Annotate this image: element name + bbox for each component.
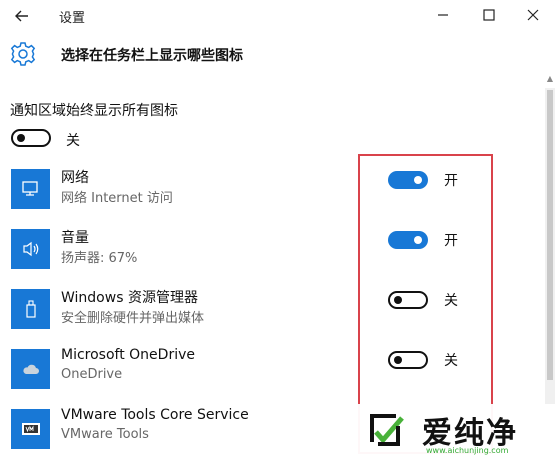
network-icon bbox=[11, 169, 50, 209]
item-name: 网络 bbox=[61, 170, 89, 186]
item-name: Windows 资源管理器 bbox=[61, 290, 198, 306]
item-name: 音量 bbox=[61, 230, 89, 246]
window-title: 设置 bbox=[59, 11, 86, 26]
gear-icon bbox=[10, 41, 36, 67]
always-show-state: 关 bbox=[66, 133, 80, 149]
watermark-logo-icon bbox=[366, 410, 406, 450]
cloud-icon bbox=[11, 349, 50, 389]
maximize-icon[interactable] bbox=[474, 4, 504, 26]
toggle-knob bbox=[17, 134, 25, 142]
item-description: 扬声器: 67% bbox=[61, 251, 138, 266]
scroll-up-icon[interactable]: ▲ bbox=[545, 74, 555, 86]
always-show-toggle[interactable] bbox=[11, 129, 51, 147]
arrow-left-icon[interactable] bbox=[10, 6, 34, 26]
scrollbar-thumb[interactable] bbox=[547, 90, 553, 380]
watermark: 爱纯净 www.aichunjing.com bbox=[358, 404, 556, 463]
minimize-icon[interactable] bbox=[428, 4, 458, 26]
close-icon[interactable] bbox=[518, 4, 548, 26]
item-description: 安全删除硬件并弹出媒体 bbox=[61, 311, 205, 326]
item-name: Microsoft OneDrive bbox=[61, 347, 195, 363]
item-description: OneDrive bbox=[61, 367, 123, 382]
item-description: VMware Tools bbox=[61, 427, 149, 442]
item-name: VMware Tools Core Service bbox=[61, 407, 249, 423]
watermark-url: www.aichunjing.com bbox=[426, 446, 509, 455]
title-bar: 设置 bbox=[0, 0, 556, 32]
vmware-icon bbox=[11, 409, 50, 449]
always-show-label: 通知区域始终显示所有图标 bbox=[10, 103, 178, 119]
item-description: 网络 Internet 访问 bbox=[61, 191, 173, 206]
page-title: 选择在任务栏上显示哪些图标 bbox=[61, 48, 243, 64]
volume-icon bbox=[11, 229, 50, 269]
usb-drive-icon bbox=[11, 289, 50, 329]
